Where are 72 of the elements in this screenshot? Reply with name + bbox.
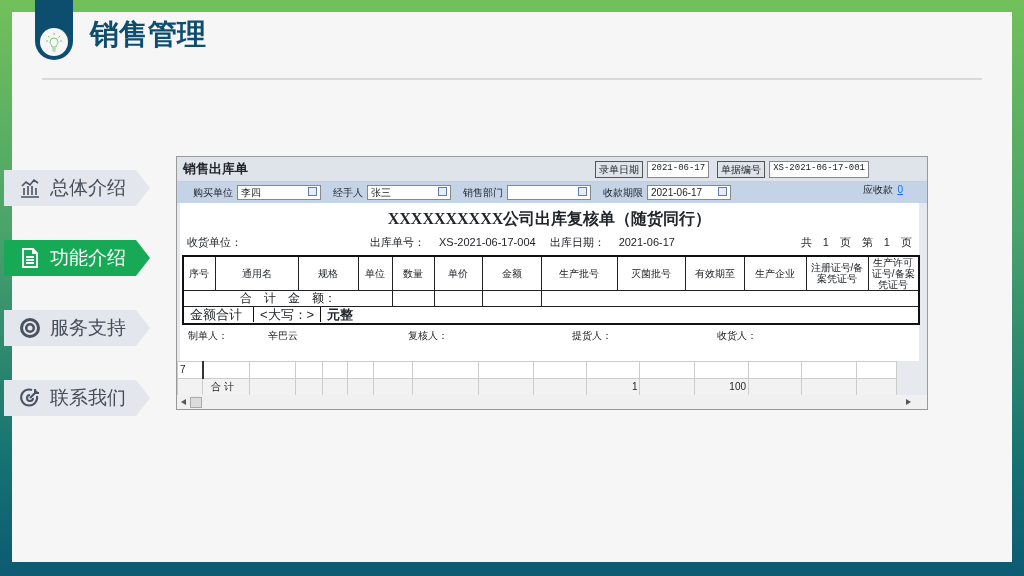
dropdown-field[interactable]: 李四 — [237, 185, 321, 200]
dropdown-field[interactable]: 2021-06-17 — [647, 185, 731, 200]
table-cell — [392, 290, 434, 307]
nav-item[interactable]: 服务支持 — [4, 310, 150, 346]
field-label: 收款期限 — [603, 186, 643, 200]
window-title: 销售出库单 — [183, 160, 248, 179]
grid-cell — [347, 361, 374, 379]
column-header: 注册证号/备案凭证号 — [806, 255, 868, 291]
signature-text: 复核人： — [408, 328, 448, 343]
column-header: 通用名 — [215, 255, 298, 291]
nav-item[interactable]: 总体介绍 — [4, 170, 150, 206]
grid-cell — [639, 361, 695, 379]
amount-text: <大写：> — [254, 307, 322, 323]
signature-text: 收货人： — [717, 328, 757, 343]
grid-cell — [412, 361, 479, 379]
grid-cell — [295, 361, 323, 379]
signature-text: 辛巴云 — [268, 328, 298, 343]
info-text: 出库日期： — [549, 235, 605, 250]
column-header: 规格 — [298, 255, 358, 291]
grid-cell — [249, 361, 296, 379]
table-cell — [434, 290, 482, 307]
info-text: XS-2021-06-17-004 — [439, 235, 536, 250]
grid-cell — [801, 361, 857, 379]
target-icon — [18, 316, 42, 340]
grid-cell — [322, 361, 348, 379]
info-text: 收货单位： — [187, 235, 242, 250]
bar-chart-icon — [18, 176, 42, 200]
column-header: 生产批号 — [541, 255, 617, 291]
column-header: 生产企业 — [744, 255, 806, 291]
info-text: 共 1 页 第 1 页 — [800, 235, 912, 250]
field-label: 录单日期 — [595, 160, 644, 178]
scrollbar[interactable] — [177, 395, 927, 409]
scroll-right-icon[interactable] — [906, 399, 911, 405]
column-header: 序号 — [183, 255, 215, 291]
column-header: 单价 — [434, 255, 482, 291]
grid-cell — [373, 361, 413, 379]
scroll-thumb[interactable] — [190, 396, 202, 408]
info-text: 2021-06-17 — [618, 235, 675, 250]
dropdown-field[interactable]: 张三 — [367, 185, 451, 200]
signature-text: 制单人： — [188, 328, 228, 343]
grid-cell — [533, 361, 587, 379]
amount-text: 元整 — [326, 307, 355, 323]
column-header: 灭菌批号 — [617, 255, 685, 291]
grid-cell — [856, 361, 897, 379]
field-label: 单据编号 — [717, 160, 766, 178]
field-label: 应收款 — [863, 184, 894, 195]
total-label: 合 计 金 额： — [183, 290, 392, 307]
scroll-left-icon[interactable] — [181, 399, 186, 405]
grid-cell — [748, 361, 802, 379]
report-title: XXXXXXXXXX公司出库复核单（随货同行） — [386, 209, 713, 229]
input-field[interactable]: 2021-06-17 — [647, 160, 710, 178]
column-header: 单位 — [358, 255, 392, 291]
amount-text: 金额合计 — [184, 307, 254, 323]
field-label: 销售部门 — [463, 186, 503, 200]
grid-cell — [694, 361, 749, 379]
column-header: 数量 — [392, 255, 434, 291]
info-text: 出库单号： — [370, 235, 425, 250]
column-header: 金额 — [482, 255, 541, 291]
lightbulb-icon — [40, 28, 68, 56]
grid-cell — [586, 361, 640, 379]
dropdown-field[interactable] — [507, 185, 591, 200]
nav-item[interactable]: 联系我们 — [4, 380, 150, 416]
signature-text: 提货人： — [572, 328, 612, 343]
grid-cell — [478, 361, 534, 379]
grid-cell — [202, 361, 250, 379]
table-cell — [482, 290, 541, 307]
input-field[interactable]: XS-2021-06-17-001 — [769, 160, 869, 178]
field-label: 购买单位 — [193, 186, 233, 200]
column-header: 有效期至 — [685, 255, 744, 291]
column-header: 生产许可证号/备案凭证号 — [868, 255, 919, 291]
slide-title: 销售管理 — [90, 17, 206, 52]
field-label: 经手人 — [333, 186, 363, 200]
